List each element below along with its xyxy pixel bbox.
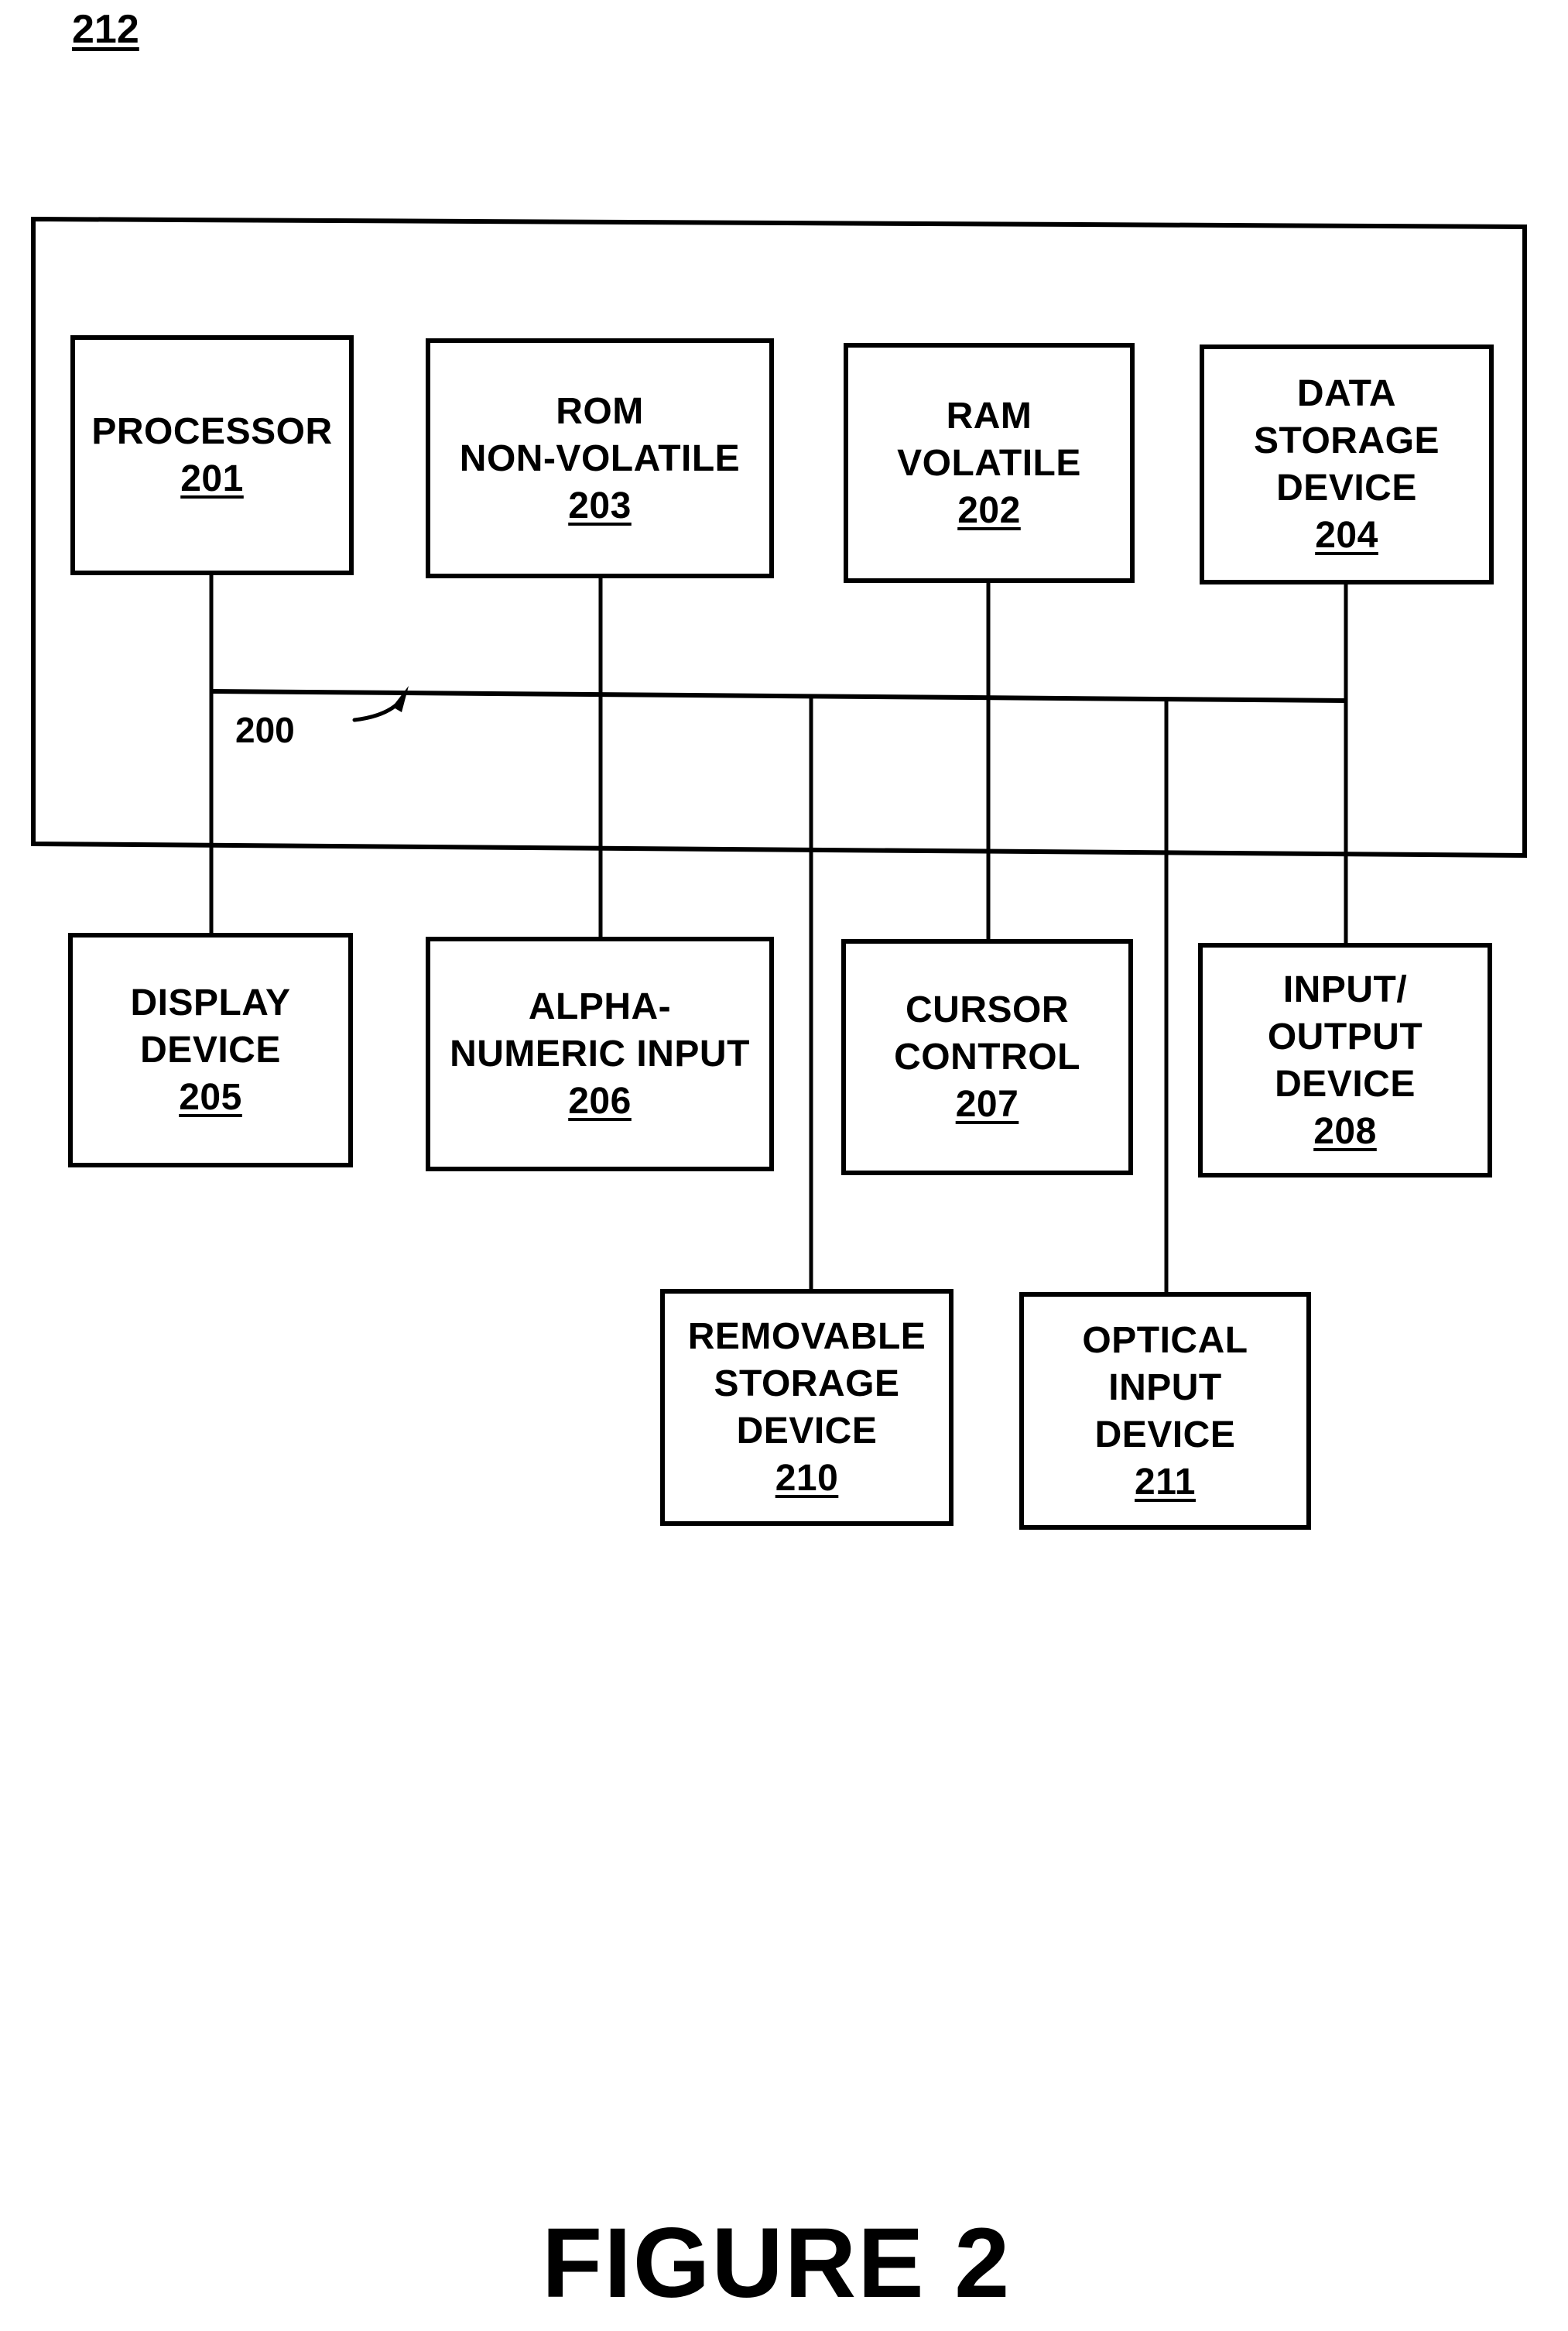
data-storage-box: DATA STORAGE DEVICE 204 bbox=[1200, 345, 1494, 584]
data-storage-label-line3: DEVICE bbox=[1276, 468, 1417, 509]
optical-label-line3: DEVICE bbox=[1094, 1414, 1236, 1455]
processor-box: PROCESSOR 201 bbox=[70, 335, 354, 575]
data-storage-label-line2: STORAGE bbox=[1254, 420, 1440, 461]
optical-label-line1: OPTICAL bbox=[1082, 1319, 1248, 1361]
io-device-box: INPUT/ OUTPUT DEVICE 208 bbox=[1198, 943, 1492, 1177]
io-ref: 208 bbox=[1313, 1110, 1377, 1152]
rom-label-line2: NON-VOLATILE bbox=[459, 437, 741, 479]
removable-ref: 210 bbox=[775, 1458, 839, 1499]
display-device-box: DISPLAY DEVICE 205 bbox=[68, 933, 353, 1167]
cursor-ref: 207 bbox=[955, 1084, 1019, 1125]
removable-label-line2: STORAGE bbox=[714, 1363, 900, 1404]
io-label-line1: INPUT/ bbox=[1282, 968, 1408, 1010]
processor-ref: 201 bbox=[180, 458, 244, 499]
data-storage-ref: 204 bbox=[1315, 515, 1378, 556]
cursor-label-line2: CONTROL bbox=[894, 1037, 1080, 1078]
optical-input-box: OPTICAL INPUT DEVICE 211 bbox=[1019, 1292, 1311, 1530]
alphanumeric-input-box: ALPHA- NUMERIC INPUT 206 bbox=[426, 937, 774, 1171]
io-label-line2: OUTPUT bbox=[1267, 1016, 1423, 1058]
data-storage-label-line1: DATA bbox=[1296, 373, 1397, 414]
alphanumeric-label-line1: ALPHA- bbox=[528, 986, 672, 1027]
removable-label-line3: DEVICE bbox=[736, 1411, 878, 1452]
removable-label-line1: REMOVABLE bbox=[687, 1316, 926, 1357]
display-ref: 205 bbox=[179, 1077, 242, 1118]
ram-label-line2: VOLATILE bbox=[897, 442, 1081, 484]
rom-ref: 203 bbox=[568, 485, 632, 526]
ram-ref: 202 bbox=[957, 489, 1021, 531]
system-bus bbox=[211, 689, 1347, 703]
figure-caption: FIGURE 2 bbox=[542, 2208, 1012, 2319]
ram-box: RAM VOLATILE 202 bbox=[844, 343, 1135, 583]
processor-label: PROCESSOR bbox=[91, 411, 333, 452]
display-label-line2: DEVICE bbox=[140, 1030, 281, 1071]
bus-leader-arrow bbox=[352, 698, 403, 722]
rom-box: ROM NON-VOLATILE 203 bbox=[426, 338, 774, 578]
optical-label-line2: INPUT bbox=[1108, 1366, 1222, 1408]
cursor-label-line1: CURSOR bbox=[905, 989, 1069, 1030]
display-label-line1: DISPLAY bbox=[130, 982, 291, 1023]
bus-label: 200 bbox=[235, 710, 295, 750]
io-label-line3: DEVICE bbox=[1275, 1063, 1416, 1105]
ram-label-line1: RAM bbox=[946, 395, 1032, 437]
removable-storage-box: REMOVABLE STORAGE DEVICE 210 bbox=[660, 1289, 953, 1526]
optical-ref: 211 bbox=[1135, 1461, 1196, 1503]
rom-label-line1: ROM bbox=[556, 390, 644, 432]
alphanumeric-ref: 206 bbox=[568, 1081, 632, 1122]
cursor-control-box: CURSOR CONTROL 207 bbox=[841, 939, 1133, 1175]
alphanumeric-label-line2: NUMERIC INPUT bbox=[450, 1034, 750, 1075]
